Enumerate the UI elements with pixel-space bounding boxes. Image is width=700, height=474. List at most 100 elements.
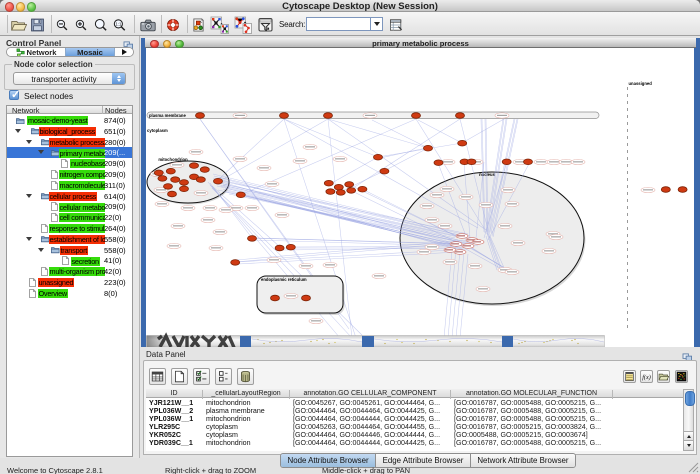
snapshot-camera-button[interactable] (139, 16, 157, 34)
network-node[interactable] (524, 159, 533, 165)
open-file-button[interactable] (10, 16, 27, 34)
table-scrollbar[interactable] (683, 389, 694, 451)
column-header-3[interactable]: annotation.GO MOLECULAR_FUNCTION (451, 390, 613, 399)
scroll-down-button[interactable] (684, 440, 693, 450)
help-lifebuoy-button[interactable] (165, 16, 181, 34)
network-node[interactable] (190, 163, 199, 169)
node-color-combobox[interactable]: transporter activity (13, 72, 126, 85)
apply-layout-button[interactable] (210, 16, 229, 34)
tree-column-network[interactable]: Network (12, 106, 40, 115)
tree-row-unassigned[interactable]: unassigned223(0) (7, 277, 132, 288)
expand-arrow-icon[interactable] (38, 248, 44, 252)
network-node[interactable] (458, 140, 467, 146)
network-node[interactable] (248, 236, 257, 242)
matrix-button[interactable] (675, 370, 688, 383)
network-node[interactable] (196, 177, 205, 183)
expand-arrow-icon[interactable] (15, 129, 21, 133)
delete-attribute-button[interactable] (237, 368, 254, 385)
network-node[interactable] (345, 182, 354, 188)
scrollbar-thumb[interactable] (685, 391, 695, 406)
network-node[interactable] (358, 186, 367, 192)
attribute-table-button[interactable] (149, 368, 166, 385)
tree-row-primary-metabo[interactable]: primary metabo209(... (7, 147, 132, 158)
expand-arrow-icon[interactable] (26, 237, 32, 241)
network-node[interactable] (678, 187, 687, 193)
zoom-in-button[interactable] (74, 16, 88, 34)
tree-row-metabolic-process[interactable]: metabolic process280(0) (7, 137, 132, 148)
combobox-stepper-icon[interactable] (112, 73, 125, 84)
tree-row-biological-process[interactable]: biological_process651(0) (7, 126, 132, 137)
formula-button[interactable] (640, 370, 653, 383)
resize-grip-icon[interactable] (688, 462, 699, 473)
tree-row-overview[interactable]: Overview8(0) (7, 288, 132, 299)
tree-row-nucleobase-c[interactable]: nucleobase-c209(0) (7, 158, 132, 169)
network-node[interactable] (374, 154, 383, 160)
table-row-YKR052C[interactable]: YKR052Ccytoplasm[GO:0044464, GO:0044446,… (146, 431, 686, 439)
more-tabs-button[interactable] (115, 48, 133, 56)
network-view-titlebar[interactable]: primary metabolic process (145, 38, 696, 48)
tab-node-attribute-browser[interactable]: Node Attribute Browser (281, 454, 376, 467)
network-node[interactable] (280, 113, 289, 119)
search-input[interactable] (306, 17, 370, 31)
network-node[interactable] (412, 113, 421, 119)
network-node[interactable] (154, 170, 163, 176)
network-node[interactable] (380, 168, 389, 174)
network-node[interactable] (334, 184, 343, 190)
column-header-0[interactable]: ID (146, 390, 203, 399)
expand-arrow-icon[interactable] (26, 140, 32, 144)
tab-network[interactable]: Network (7, 48, 65, 56)
tree-row-nitrogen-compo[interactable]: nitrogen compo209(0) (7, 169, 132, 180)
network-node[interactable] (180, 180, 189, 186)
network-node[interactable] (424, 145, 433, 151)
tab-edge-attribute-browser[interactable]: Edge Attribute Browser (376, 454, 471, 467)
network-node[interactable] (456, 113, 465, 119)
new-attribute-button[interactable] (171, 368, 188, 385)
attribute-browser-button[interactable] (388, 16, 404, 34)
select-nodes-checkbox[interactable]: ✓ (9, 90, 19, 100)
expand-arrow-icon[interactable] (38, 150, 44, 154)
tab-network-attribute-browser[interactable]: Network Attribute Browser (471, 454, 575, 467)
table-row-YJR121W__1[interactable]: YJR121W__1mitochondrion[GO:0045267, GO:0… (146, 399, 686, 407)
network-node[interactable] (502, 159, 511, 165)
network-node[interactable] (164, 184, 173, 190)
tree-column-nodes[interactable]: Nodes (105, 106, 127, 115)
network-node[interactable] (286, 244, 295, 250)
network-node[interactable] (196, 113, 205, 119)
unselect-attributes-button[interactable] (215, 368, 232, 385)
network-node[interactable] (166, 168, 175, 174)
import-attributes-button[interactable] (623, 370, 636, 383)
network-node[interactable] (214, 178, 223, 184)
network-node[interactable] (324, 113, 333, 119)
network-node[interactable] (171, 177, 180, 183)
tree-row-macromolecule[interactable]: macromolecule311(0) (7, 180, 132, 191)
network-node[interactable] (231, 260, 240, 266)
network-node[interactable] (326, 189, 335, 195)
network-node[interactable] (324, 180, 333, 186)
network-node[interactable] (271, 295, 280, 301)
tree-row-cellular-process[interactable]: cellular process614(0) (7, 191, 132, 202)
vizmapper-button[interactable] (192, 16, 205, 34)
tree-row-secretion[interactable]: secretion41(0) (7, 255, 132, 266)
network-node[interactable] (434, 160, 443, 166)
tree-row-multi-organism-pro[interactable]: multi-organism pro42(0) (7, 266, 132, 277)
table-row-YDR039C__1[interactable]: YDR039C__1mitochondrion[GO:0044464, GO:0… (146, 439, 686, 447)
zoom-actual-button[interactable] (112, 16, 127, 34)
tab-mosaic[interactable]: Mosaic (65, 48, 115, 56)
save-button[interactable] (29, 16, 46, 34)
annotation-button[interactable] (258, 16, 273, 34)
expand-arrow-icon[interactable] (26, 194, 32, 198)
column-header-2[interactable]: annotation.GO CELLULAR_COMPONENT (290, 390, 451, 399)
table-row-YPL036W__2[interactable]: YPL036W__2plasma membrane[GO:0044464, GO… (146, 407, 686, 415)
network-node[interactable] (347, 188, 356, 194)
network-node[interactable] (467, 159, 476, 165)
network-node[interactable] (336, 190, 345, 196)
tree-row-transport[interactable]: transport558(0) (7, 245, 132, 256)
open-attr-file-button[interactable] (657, 370, 670, 383)
network-node[interactable] (236, 192, 245, 198)
tree-row-response-to-stimul[interactable]: response to stimul264(0) (7, 223, 132, 234)
network-node[interactable] (302, 295, 311, 301)
zoom-selected-button[interactable] (93, 16, 108, 34)
search-dropdown-button[interactable] (370, 17, 383, 31)
network-node[interactable] (661, 187, 670, 193)
apply-layout-alt-button[interactable] (234, 16, 253, 34)
